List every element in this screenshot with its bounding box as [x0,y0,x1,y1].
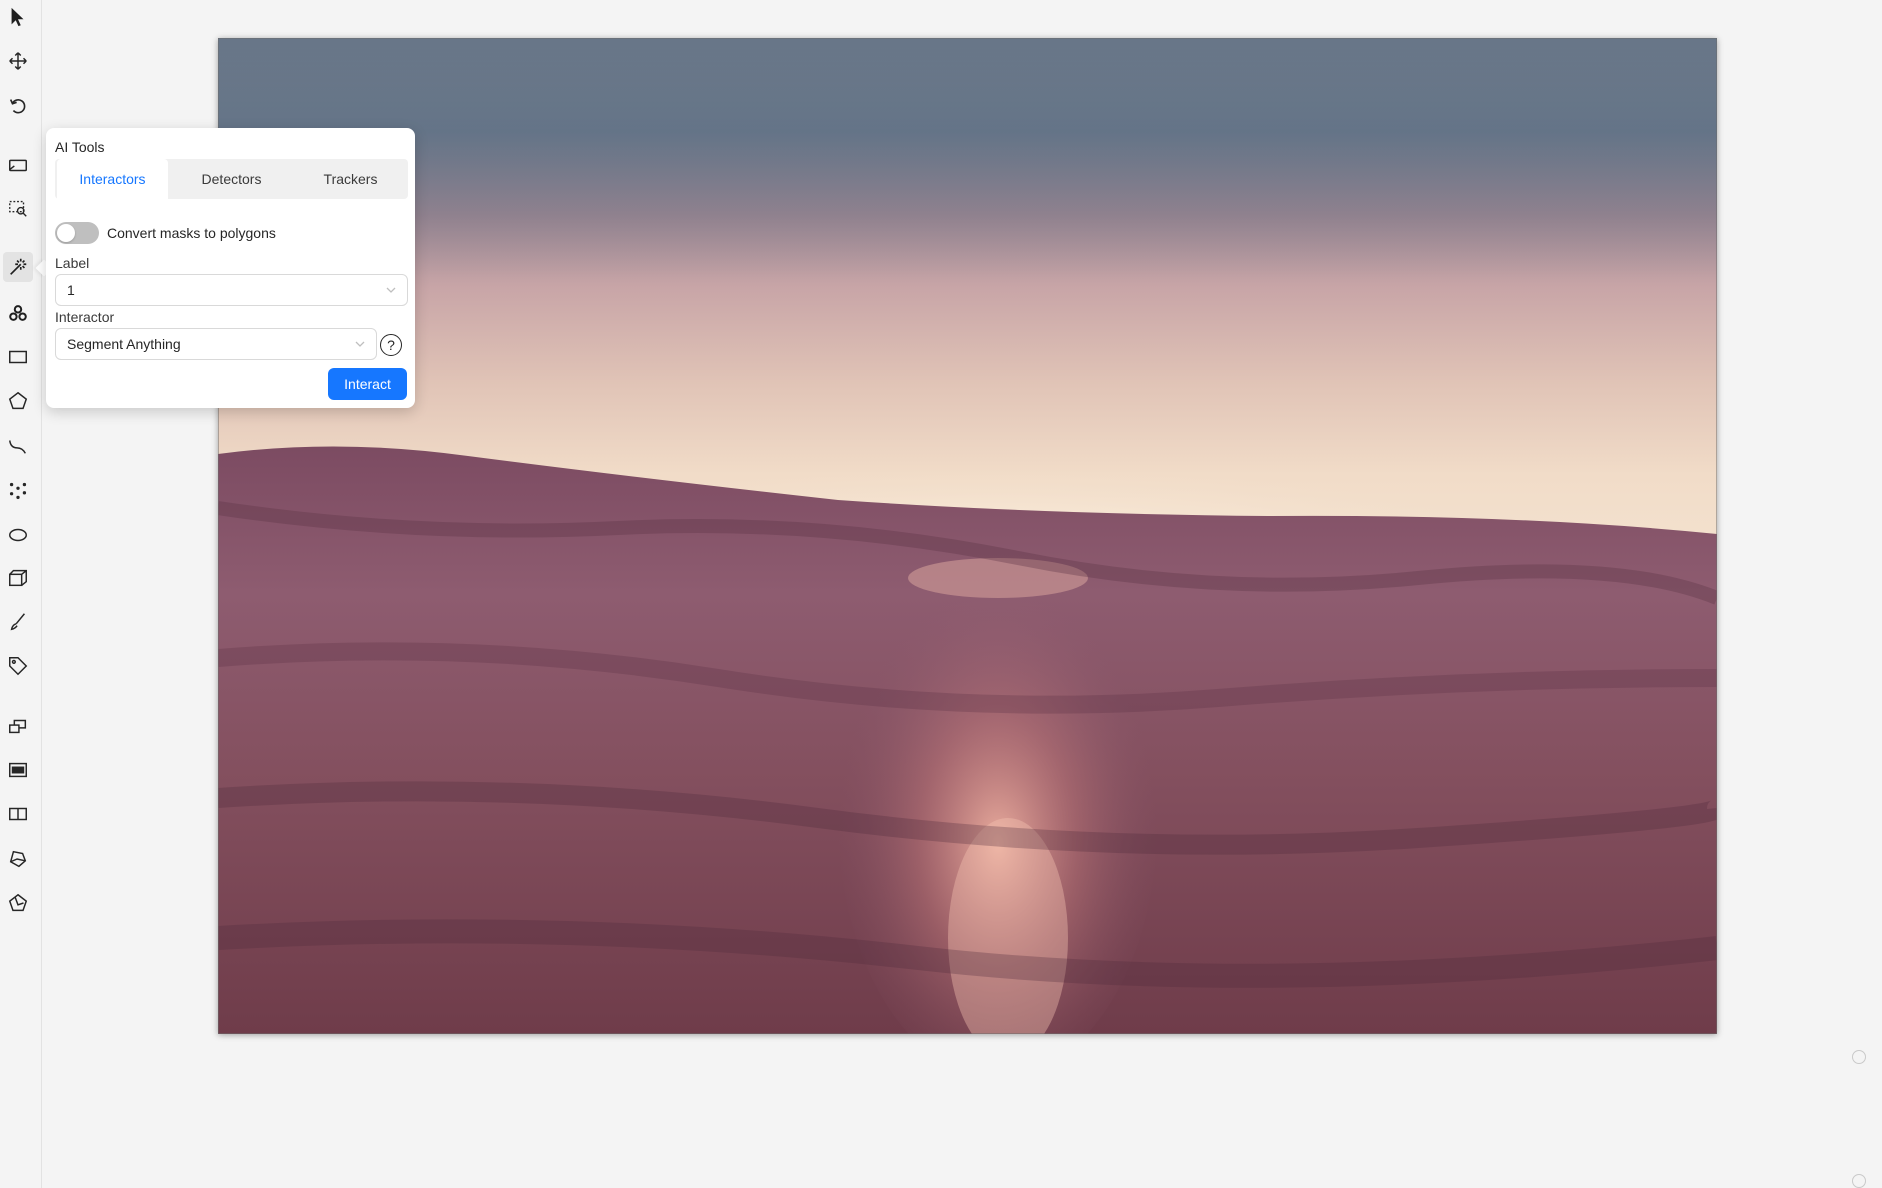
openvino-icon[interactable] [3,298,33,328]
image-frame[interactable] [218,38,1717,1034]
points-icon[interactable] [3,476,33,506]
interactor-select-value: Segment Anything [67,336,181,352]
interact-button[interactable]: Interact [328,368,407,400]
cursor-icon[interactable] [3,2,33,32]
chevron-down-icon [355,341,365,347]
zoom-region-icon[interactable] [3,193,33,223]
help-question-icon[interactable]: ? [380,334,402,356]
ai-tools-magic-wand-icon[interactable] [3,252,33,282]
rectangle-icon[interactable] [3,342,33,372]
convert-masks-label: Convert masks to polygons [107,225,276,241]
rotate-icon[interactable] [3,91,33,121]
label-select-value: 1 [67,282,75,298]
interactor-select[interactable]: Segment Anything [55,328,377,360]
tag-icon[interactable] [3,651,33,681]
popover-title: AI Tools [55,139,105,155]
chevron-down-icon [386,287,396,293]
slice-icon[interactable] [3,888,33,918]
join-icon[interactable] [3,844,33,874]
convert-masks-toggle[interactable] [55,222,99,244]
tab-trackers[interactable]: Trackers [295,159,406,199]
fit-image-icon[interactable] [3,150,33,180]
cuboid-icon[interactable] [3,563,33,593]
tab-interactors[interactable]: Interactors [57,159,168,199]
interactor-field-label: Interactor [55,309,115,325]
merge-icon[interactable] [3,711,33,741]
brush-icon[interactable] [3,607,33,637]
zoom-slider-handle[interactable] [1852,1050,1866,1064]
convert-masks-row: Convert masks to polygons [55,222,276,244]
ellipse-icon[interactable] [3,520,33,550]
label-field-label: Label [55,255,90,271]
polygon-icon[interactable] [3,386,33,416]
polyline-icon[interactable] [3,431,33,461]
tab-detectors[interactable]: Detectors [176,159,287,199]
fit-control-icon[interactable] [1852,1174,1866,1188]
label-select[interactable]: 1 [55,274,408,306]
ai-tools-tabs: Interactors Detectors Trackers [55,159,408,199]
group-icon[interactable] [3,755,33,785]
move-icon[interactable] [3,46,33,76]
ocean-sunset-image[interactable] [218,38,1717,1034]
split-icon[interactable] [3,799,33,829]
ai-tools-popover: AI Tools Interactors Detectors Trackers … [46,128,415,408]
controls-sidebar [0,0,42,1188]
